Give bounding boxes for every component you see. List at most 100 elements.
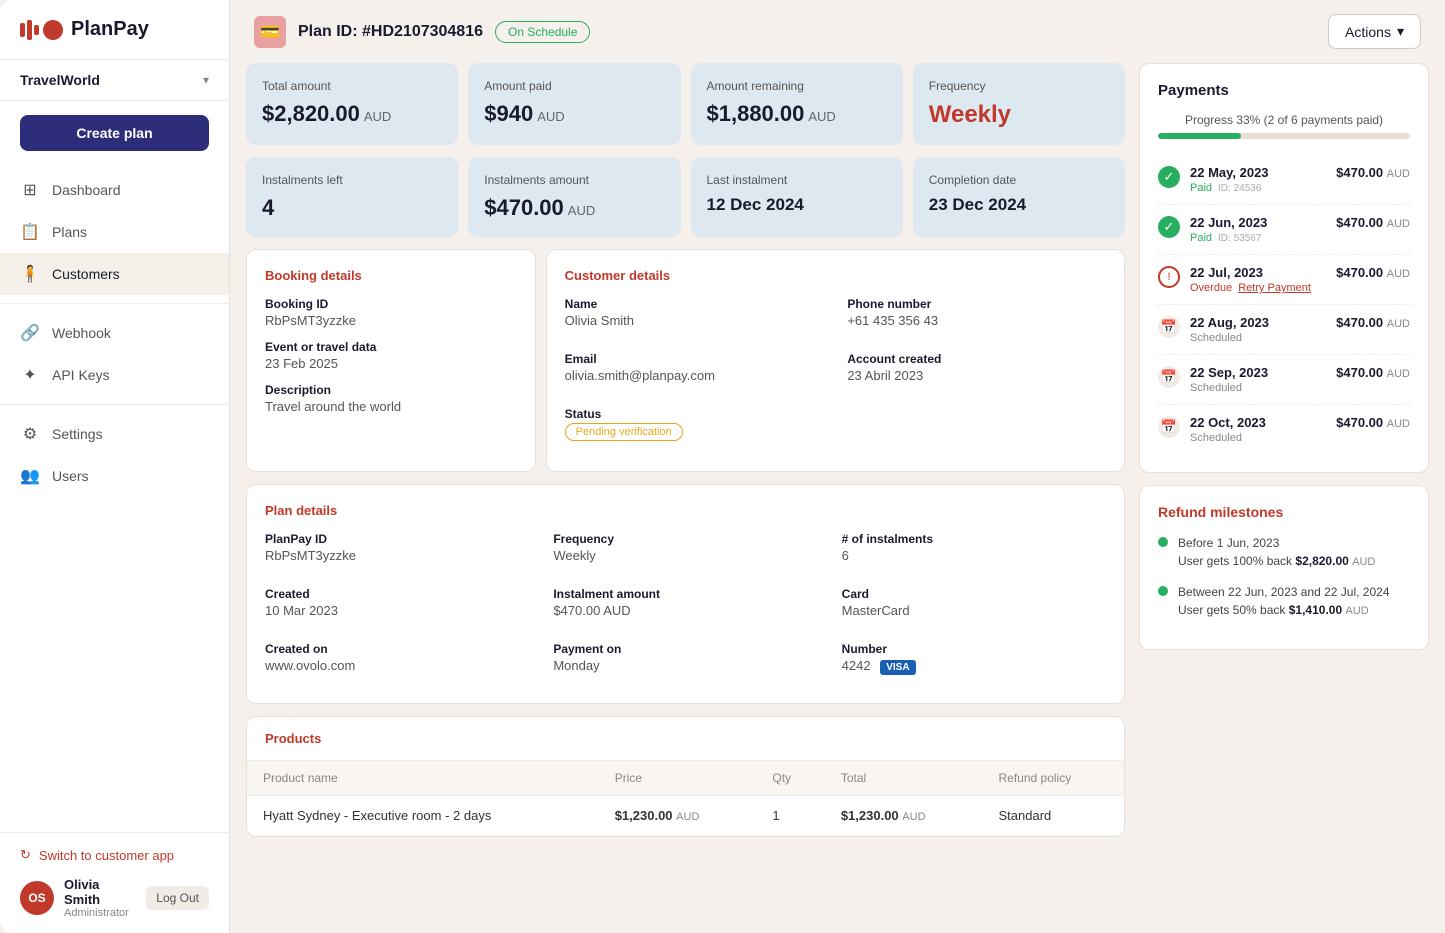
stat-total-amount: Total amount $2,820.00AUD [246,63,458,145]
refund-title: Refund milestones [1158,504,1410,520]
customer-account-created-field: Account created 23 Abril 2023 [847,352,1106,383]
payment-amount-2: $470.00 AUD [1336,215,1410,230]
payment-status-3: Overdue [1190,282,1232,294]
users-icon: 👥 [20,466,40,486]
stat-last-instalment: Last instalment 12 Dec 2024 [691,157,903,237]
settings-icon: ⚙ [20,424,40,444]
products-table-header-row: Product name Price Qty Total Refund poli… [247,761,1124,796]
product-refund-policy: Standard [983,796,1125,836]
logo-icon [20,20,63,40]
stat-instalments-left-label: Instalments left [262,173,442,187]
booking-id-label: Booking ID [265,297,517,311]
product-qty: 1 [756,796,824,836]
stats-row-1: Total amount $2,820.00AUD Amount paid $9… [246,63,1125,145]
payment-date-3: 22 Jul, 2023 [1190,265,1326,280]
plans-icon: 📋 [20,222,40,242]
description-label: Description [265,383,517,397]
retry-payment-link[interactable]: Retry Payment [1238,282,1311,294]
sidebar-item-webhook[interactable]: 🔗 Webhook [0,312,229,354]
sidebar-item-settings[interactable]: ⚙ Settings [0,413,229,455]
sidebar-item-customers-label: Customers [52,266,120,282]
stat-amount-paid-value: $940AUD [484,101,664,127]
customer-status-field: Status Pending verification [565,407,824,441]
chevron-down-icon: ▾ [203,73,209,87]
product-name: Hyatt Sydney - Executive room - 2 days [247,796,599,836]
sidebar: PlanPay TravelWorld ▾ Create plan ⊞ Dash… [0,0,230,933]
sidebar-item-plans[interactable]: 📋 Plans [0,211,229,253]
org-selector[interactable]: TravelWorld ▾ [0,60,229,101]
payment-paid-icon-2: ✓ [1158,216,1180,238]
col-refund-policy: Refund policy [983,761,1125,796]
payment-info-1: 22 May, 2023 Paid ID: 24536 [1190,165,1326,194]
customer-name-label: Name [565,297,824,311]
stat-frequency-label: Frequency [929,79,1109,93]
stats-row-2: Instalments left 4 Instalments amount $4… [246,157,1125,237]
payment-overdue-icon: ! [1158,266,1180,288]
customer-account-created-label: Account created [847,352,1106,366]
payment-item-3: ! 22 Jul, 2023 Overdue Retry Payment $47… [1158,255,1410,305]
logo-circle [43,20,63,40]
stat-amount-remaining-value: $1,880.00AUD [707,101,887,127]
payment-status-row-4: Scheduled [1190,332,1326,344]
payment-info-5: 22 Sep, 2023 Scheduled [1190,365,1326,394]
logout-button[interactable]: Log Out [146,886,209,910]
booking-id-value: RbPsMT3yzzke [265,313,517,328]
stat-last-instalment-label: Last instalment [707,173,887,187]
progress-bar [1158,133,1410,139]
status-badge-pending: Pending verification [565,423,683,441]
nav-divider-2 [0,404,229,405]
sidebar-item-dashboard-label: Dashboard [52,182,121,198]
stat-amount-paid-label: Amount paid [484,79,664,93]
refund-card: Refund milestones Before 1 Jun, 2023 Use… [1139,485,1429,650]
sidebar-item-api-keys[interactable]: ✦ API Keys [0,354,229,396]
plan-instalments-field: # of instalments 6 [842,532,1106,563]
payment-scheduled-icon-3: 📅 [1158,416,1180,438]
sidebar-item-users[interactable]: 👥 Users [0,455,229,497]
customer-details-grid: Name Olivia Smith Phone number +61 435 3… [565,297,1106,453]
avatar: OS [20,881,54,915]
payment-status-row-5: Scheduled [1190,382,1326,394]
products-card: Products Product name Price Qty Total Re… [246,716,1125,837]
plan-card-value: MasterCard [842,603,1106,618]
sidebar-item-api-keys-label: API Keys [52,367,110,383]
main-area: 💳 Plan ID: #HD2107304816 On Schedule Act… [230,0,1445,933]
plan-payment-on-value: Monday [553,658,817,673]
payment-status-row-6: Scheduled [1190,432,1326,444]
customer-email-label: Email [565,352,824,366]
planpay-id-field: PlanPay ID RbPsMT3yzzke [265,532,529,563]
progress-label: Progress 33% (2 of 6 payments paid) [1158,113,1410,127]
plan-id-row: 💳 Plan ID: #HD2107304816 On Schedule [254,16,590,48]
stat-instalment-amount: Instalments amount $470.00AUD [468,157,680,237]
logo-bar-2 [27,20,32,40]
plan-id-text: Plan ID: #HD2107304816 [298,23,483,41]
payment-status-4: Scheduled [1190,332,1242,344]
customer-status-value: Pending verification [565,423,824,441]
product-price: $1,230.00 AUD [599,796,757,836]
create-plan-button[interactable]: Create plan [20,115,209,151]
customer-phone-field: Phone number +61 435 356 43 [847,297,1106,328]
customer-card: Customer details Name Olivia Smith Phone… [546,249,1125,472]
refund-item-1: Before 1 Jun, 2023 User gets 100% back $… [1158,534,1410,571]
plan-created-on-value: www.ovolo.com [265,658,529,673]
plan-frequency-value: Weekly [553,548,817,563]
plan-instalments-label: # of instalments [842,532,1106,546]
payment-item-2: ✓ 22 Jun, 2023 Paid ID: 53567 $470.00 AU… [1158,205,1410,255]
sidebar-footer: ↻ Switch to customer app OS Olivia Smith… [0,832,229,933]
plan-instalment-amount-label: Instalment amount [553,587,817,601]
plan-number-field: Number 4242 VISA [842,642,1106,673]
sidebar-item-dashboard[interactable]: ⊞ Dashboard [0,169,229,211]
logo-bar-1 [20,23,25,37]
stat-frequency: Frequency Weekly [913,63,1125,145]
products-header: Products [247,717,1124,761]
payment-scheduled-icon-2: 📅 [1158,366,1180,388]
switch-customer-button[interactable]: ↻ Switch to customer app [20,847,209,863]
sidebar-item-customers[interactable]: 🧍 Customers [0,253,229,295]
plan-frequency-field: Frequency Weekly [553,532,817,563]
payment-paid-icon-1: ✓ [1158,166,1180,188]
user-info: Olivia Smith Administrator [64,877,136,919]
stat-total-amount-label: Total amount [262,79,442,93]
main-panel: Total amount $2,820.00AUD Amount paid $9… [246,63,1139,917]
planpay-id-label: PlanPay ID [265,532,529,546]
stat-completion-date: Completion date 23 Dec 2024 [913,157,1125,237]
actions-button[interactable]: Actions ▾ [1328,14,1421,49]
